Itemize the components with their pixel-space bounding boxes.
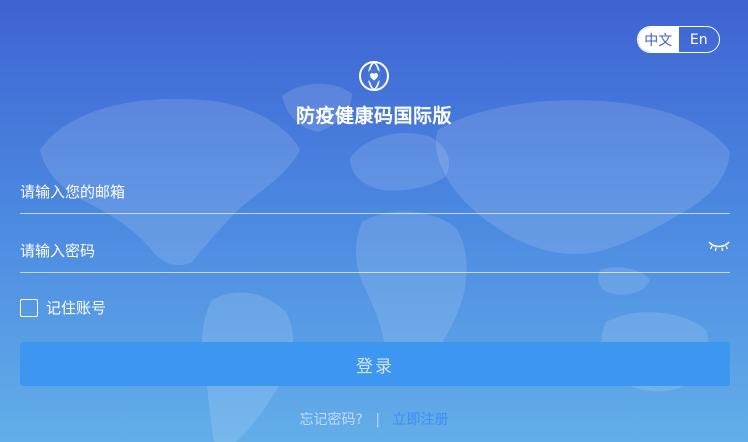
register-link[interactable]: 立即注册 xyxy=(393,412,449,428)
remember-checkbox[interactable] xyxy=(20,298,38,317)
lang-option-en[interactable]: En xyxy=(679,27,720,52)
globe-heart-icon xyxy=(359,61,389,91)
language-toggle[interactable]: 中文 En xyxy=(637,26,720,53)
forgot-password-link[interactable]: 忘记密码? xyxy=(299,412,362,428)
password-field-wrapper xyxy=(20,229,730,273)
remember-account[interactable]: 记住账号 xyxy=(20,297,106,318)
app-title: 防疫健康码国际版 xyxy=(295,105,452,127)
email-field-wrapper xyxy=(20,170,730,214)
eye-closed-icon[interactable] xyxy=(708,239,730,253)
email-input[interactable] xyxy=(20,182,730,201)
footer-links: 忘记密码? | 立即注册 xyxy=(0,409,748,429)
remember-label: 记住账号 xyxy=(46,299,107,317)
password-input[interactable] xyxy=(20,241,730,260)
lang-option-zh[interactable]: 中文 xyxy=(638,27,679,52)
login-button[interactable]: 登录 xyxy=(20,342,730,386)
footer-separator: | xyxy=(375,412,381,428)
